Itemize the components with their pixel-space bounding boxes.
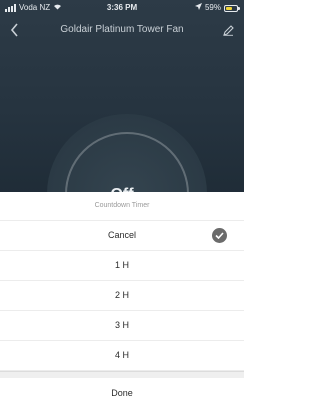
option-1h[interactable]: 1 H bbox=[0, 251, 244, 281]
sheet-divider bbox=[0, 371, 244, 378]
checkmark-icon bbox=[212, 228, 227, 243]
option-cancel[interactable]: Cancel bbox=[0, 221, 244, 251]
battery-icon bbox=[224, 4, 240, 12]
timer-options: Cancel 1 H 2 H 3 H 4 H bbox=[0, 221, 244, 371]
option-4h[interactable]: 4 H bbox=[0, 341, 244, 371]
option-label: 2 H bbox=[114, 290, 129, 300]
location-icon bbox=[194, 0, 202, 16]
option-label: 4 H bbox=[114, 350, 129, 360]
pencil-icon[interactable] bbox=[223, 23, 234, 41]
option-label: 1 H bbox=[114, 260, 129, 270]
app-background: Voda NZ 3:36 PM 59% Goldair Platinum Tow… bbox=[0, 0, 244, 274]
device-title: Goldair Platinum Tower Fan bbox=[60, 24, 184, 35]
countdown-timer-sheet: Countdown Timer Cancel 1 H 2 H 3 H 4 H D… bbox=[0, 192, 244, 401]
done-button[interactable]: Done bbox=[0, 378, 244, 401]
option-label: Cancel bbox=[107, 230, 136, 240]
status-right: 59% bbox=[194, 0, 240, 16]
option-label: 3 H bbox=[114, 320, 129, 330]
battery-level bbox=[226, 6, 232, 10]
status-bar: Voda NZ 3:36 PM 59% bbox=[0, 0, 244, 16]
sheet-title: Countdown Timer bbox=[0, 192, 244, 221]
option-3h[interactable]: 3 H bbox=[0, 311, 244, 341]
battery-percent: 59% bbox=[204, 3, 221, 12]
option-2h[interactable]: 2 H bbox=[0, 281, 244, 311]
nav-bar: Goldair Platinum Tower Fan bbox=[0, 18, 244, 42]
screen: Voda NZ 3:36 PM 59% Goldair Platinum Tow… bbox=[0, 0, 244, 401]
